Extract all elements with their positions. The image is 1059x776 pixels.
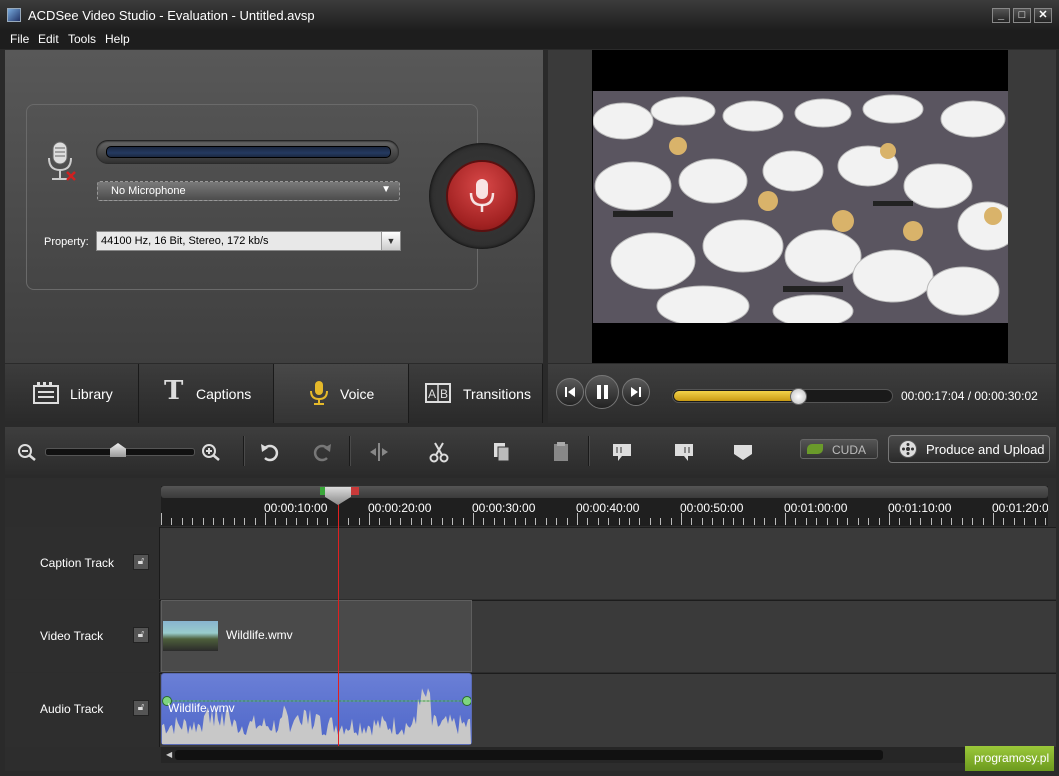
marker-icon[interactable] — [729, 438, 757, 466]
lock-icon[interactable]: 🔓︎ — [133, 627, 149, 643]
tab-captions-label: Captions — [196, 386, 252, 402]
paste-icon[interactable] — [547, 438, 575, 466]
menu-bar — [0, 30, 1059, 49]
produce-and-upload-label: Produce and Upload — [926, 442, 1045, 457]
menu-file[interactable]: File — [10, 32, 29, 46]
scroll-left-icon[interactable]: ◀ — [166, 750, 172, 759]
skip-forward-icon — [631, 387, 641, 397]
cuda-badge: CUDA — [800, 439, 878, 459]
tab-transitions-label: Transitions — [463, 386, 531, 402]
property-select[interactable]: 44100 Hz, 16 Bit, Stereo, 172 kb/s ▼ — [96, 231, 401, 251]
chevron-down-icon[interactable]: ▼ — [381, 232, 400, 250]
time-readout: 00:00:17:04 / 00:00:30:02 — [901, 389, 1038, 403]
tab-voice-label: Voice — [340, 386, 375, 402]
tab-library-label: Library — [70, 386, 113, 402]
pause-icon — [597, 385, 608, 399]
transitions-icon: AB — [425, 380, 451, 406]
video-clip-name: Wildlife.wmv — [226, 628, 293, 642]
playhead-line — [338, 494, 339, 746]
maximize-button[interactable]: □ — [1013, 8, 1031, 23]
cut-icon[interactable] — [425, 438, 453, 466]
svg-text:B: B — [440, 387, 448, 401]
cuda-label: CUDA — [832, 443, 867, 457]
redo-icon[interactable] — [308, 438, 336, 466]
zoom-out-icon[interactable] — [13, 438, 41, 466]
copy-icon[interactable] — [487, 438, 515, 466]
tab-captions[interactable]: T Captions — [139, 364, 274, 423]
close-button[interactable]: ✕ — [1034, 8, 1052, 23]
timeline-ruler-top — [161, 486, 1048, 498]
microphone-select-value: No Microphone — [111, 185, 186, 197]
watermark: programosy.pl — [965, 746, 1054, 771]
menu-tools[interactable]: Tools — [68, 32, 96, 46]
tab-voice[interactable]: Voice — [274, 364, 409, 423]
tab-transitions[interactable]: AB Transitions — [409, 364, 543, 423]
video-track-label: Video Track — [40, 629, 104, 643]
toolbar-separator — [588, 436, 590, 466]
tab-library[interactable]: Library — [5, 364, 139, 423]
ruler-label: 00:01:00:00 — [784, 501, 848, 515]
library-icon — [33, 380, 59, 406]
caption-track-header: Caption Track 🔓︎ — [5, 527, 160, 599]
marker-left-icon[interactable] — [608, 438, 636, 466]
minimize-button[interactable]: _ — [992, 8, 1010, 23]
produce-and-upload-button[interactable]: Produce and Upload — [888, 435, 1050, 463]
ruler-label: 00:00:20:00 — [368, 501, 432, 515]
film-reel-icon — [899, 440, 917, 458]
app-icon[interactable] — [7, 8, 21, 22]
nvidia-icon — [807, 444, 823, 454]
ruler-label: 00:01:10:00 — [888, 501, 952, 515]
video-clip-thumbnail — [163, 621, 218, 651]
menu-edit[interactable]: Edit — [38, 32, 59, 46]
watermark-text: programosy.pl — [974, 751, 1050, 765]
undo-icon[interactable] — [256, 438, 284, 466]
svg-text:A: A — [428, 387, 436, 401]
toolbar-separator — [243, 436, 245, 466]
seek-bar-progress — [674, 391, 798, 401]
microphone-select[interactable]: No Microphone ▼ — [97, 181, 400, 201]
marker-right-icon[interactable] — [670, 438, 698, 466]
microphone-icon — [469, 179, 495, 212]
skip-back-icon — [565, 387, 575, 397]
ruler-label: 00:00:30:00 — [472, 501, 536, 515]
microphone-icon — [306, 380, 332, 406]
pause-button[interactable] — [585, 375, 619, 409]
previous-frame-button[interactable] — [556, 378, 584, 406]
audio-clip-name: Wildlife.wmv — [168, 701, 235, 715]
timeline-scrollbar-thumb[interactable] — [175, 750, 883, 760]
ruler-label: 00:00:10:00 — [264, 501, 328, 515]
lock-icon[interactable]: 🔓︎ — [133, 700, 149, 716]
property-label: Property: — [44, 236, 89, 248]
lock-icon[interactable]: 🔓︎ — [133, 554, 149, 570]
captions-icon: T — [164, 376, 184, 406]
caption-track[interactable] — [5, 527, 1056, 599]
ruler-label: 00:00:40:00 — [576, 501, 640, 515]
toolbar-separator — [349, 436, 351, 466]
video-preview-frame[interactable] — [593, 91, 1008, 323]
video-track-header: Video Track 🔓︎ — [5, 600, 160, 672]
menu-help[interactable]: Help — [105, 32, 130, 46]
next-frame-button[interactable] — [622, 378, 650, 406]
window-title: ACDSee Video Studio - Evaluation - Untit… — [28, 8, 315, 23]
ruler-label: 00:00:50:00 — [680, 501, 744, 515]
seek-bar-handle[interactable] — [790, 388, 807, 405]
split-icon[interactable] — [365, 438, 393, 466]
zoom-in-icon[interactable] — [197, 438, 225, 466]
microphone-disabled-icon — [44, 140, 78, 184]
audio-track-label: Audio Track — [40, 702, 104, 716]
record-button[interactable] — [446, 160, 518, 232]
property-select-value: 44100 Hz, 16 Bit, Stereo, 172 kb/s — [101, 235, 269, 247]
chevron-down-icon: ▼ — [381, 184, 391, 195]
audio-track-header: Audio Track 🔓︎ — [5, 673, 160, 747]
caption-track-label: Caption Track — [40, 556, 115, 570]
recording-level-bar — [106, 146, 391, 158]
ruler-label: 00:01:20:00 — [992, 501, 1048, 515]
